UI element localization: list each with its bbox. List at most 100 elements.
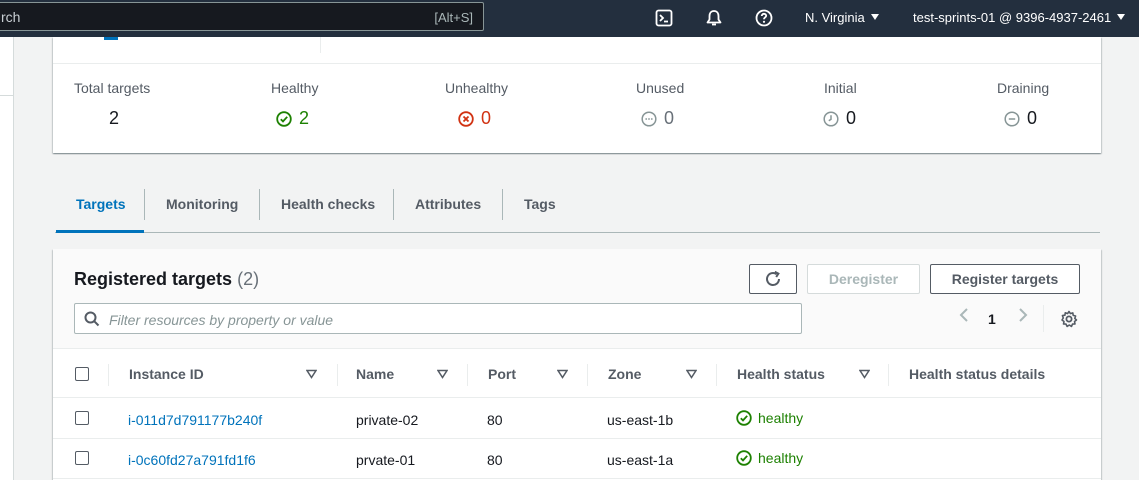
row-checkbox[interactable] — [75, 451, 89, 465]
tab-tags[interactable]: Tags — [503, 189, 577, 219]
target-zone: us-east-1a — [607, 452, 674, 468]
stat-label: Initial — [824, 80, 857, 96]
next-page-button[interactable] — [1016, 307, 1030, 326]
stat-label: Total targets — [74, 80, 151, 96]
table-title: Registered targets (2) — [74, 269, 259, 290]
clock-icon — [823, 110, 839, 127]
divider — [104, 37, 118, 40]
stat-unhealthy: Unhealthy 0 — [445, 80, 509, 128]
x-circle-icon — [458, 110, 474, 127]
column-header-port[interactable]: Port — [488, 366, 516, 382]
chevron-right-icon — [1019, 308, 1028, 322]
tab-targets[interactable]: Targets — [55, 189, 147, 219]
column-header-instance-id[interactable]: Instance ID — [129, 366, 204, 382]
health-status: healthy — [736, 410, 803, 426]
stat-label: Unhealthy — [445, 80, 509, 96]
stat-healthy: Healthy 2 — [271, 80, 319, 128]
sort-icon[interactable] — [557, 369, 568, 379]
top-navigation-bar: rch [Alt+S] N. Virginia test-sprints-01 … — [0, 0, 1139, 37]
account-label: test-sprints-01 @ 9396-4937-2461 — [913, 10, 1112, 25]
stat-value: 0 — [458, 108, 491, 129]
stat-value-text: 2 — [109, 108, 120, 128]
target-name: prvate-01 — [356, 452, 416, 468]
divider — [716, 364, 717, 386]
target-port: 80 — [487, 452, 503, 468]
row-checkbox[interactable] — [75, 411, 89, 425]
table-row: i-011d7d791177b240f private-02 80 us-eas… — [53, 399, 1101, 439]
stat-value: 0 — [823, 108, 856, 129]
notifications-icon[interactable] — [703, 7, 725, 29]
divider — [0, 95, 14, 96]
stat-value: 2 — [109, 108, 119, 129]
active-tab-indicator — [56, 230, 144, 233]
register-targets-button[interactable]: Register targets — [930, 264, 1080, 294]
chevron-left-icon — [959, 308, 968, 322]
check-circle-icon — [736, 410, 752, 426]
sort-icon[interactable] — [859, 369, 870, 379]
instance-id-link[interactable]: i-011d7d791177b240f — [128, 412, 262, 428]
stat-value-text: 0 — [1027, 108, 1038, 128]
refresh-button[interactable] — [749, 264, 797, 294]
stat-label: Draining — [997, 80, 1050, 96]
table-title-text: Registered targets — [74, 269, 233, 289]
page-number[interactable]: 1 — [988, 311, 996, 327]
tab-monitoring[interactable]: Monitoring — [145, 189, 259, 219]
stat-unused: Unused 0 — [636, 80, 684, 128]
column-header-zone[interactable]: Zone — [608, 366, 641, 382]
column-header-health-status-details[interactable]: Health status details — [909, 366, 1045, 382]
table-row: i-0c60fd27a791fd1f6 prvate-01 80 us-east… — [53, 439, 1101, 479]
minus-circle-icon — [1004, 110, 1020, 127]
gear-icon — [1061, 310, 1078, 328]
search-shortcut: [Alt+S] — [434, 10, 473, 25]
divider — [467, 364, 468, 386]
caret-down-icon — [1117, 14, 1126, 20]
tab-attributes[interactable]: Attributes — [394, 189, 502, 219]
divider — [108, 364, 109, 386]
divider — [1043, 305, 1044, 332]
divider — [587, 364, 588, 386]
cloudshell-icon[interactable] — [653, 7, 675, 29]
stat-value: 2 — [276, 108, 309, 129]
previous-page-button[interactable] — [957, 307, 971, 326]
select-all-checkbox[interactable] — [75, 367, 89, 381]
account-menu[interactable]: test-sprints-01 @ 9396-4937-2461 — [913, 10, 1126, 25]
search-input[interactable]: rch [Alt+S] — [0, 2, 484, 31]
side-navigation-collapsed — [0, 37, 14, 480]
region-label: N. Virginia — [805, 10, 865, 25]
target-zone: us-east-1b — [607, 412, 674, 428]
region-selector[interactable]: N. Virginia — [805, 10, 879, 25]
divider — [888, 364, 889, 386]
column-header-health-status[interactable]: Health status — [737, 366, 825, 382]
registered-targets-table: Registered targets (2) Deregister Regist… — [53, 249, 1101, 480]
divider — [53, 63, 1101, 64]
caret-down-icon — [870, 14, 879, 20]
stat-draining: Draining 0 — [997, 80, 1050, 128]
sort-icon[interactable] — [437, 369, 448, 379]
dots-circle-icon — [641, 110, 657, 127]
detail-tabs: Targets Monitoring Health checks Attribu… — [55, 186, 1100, 233]
health-status-text: healthy — [758, 410, 804, 426]
search-icon — [84, 311, 100, 327]
stat-label: Healthy — [271, 80, 319, 96]
divider — [337, 364, 338, 386]
health-status-text: healthy — [758, 450, 804, 466]
table-count: (2) — [237, 269, 260, 289]
stat-initial: Initial 0 — [823, 80, 857, 128]
column-header-name[interactable]: Name — [356, 366, 394, 382]
stat-value-text: 0 — [664, 108, 675, 128]
target-port: 80 — [487, 412, 503, 428]
sort-icon[interactable] — [306, 369, 317, 379]
deregister-button[interactable]: Deregister — [807, 264, 920, 294]
help-icon[interactable] — [753, 7, 775, 29]
filter-input[interactable]: Filter resources by property or value — [74, 303, 802, 334]
instance-id-link[interactable]: i-0c60fd27a791fd1f6 — [128, 452, 256, 468]
check-circle-icon — [276, 110, 292, 127]
stat-value-text: 2 — [299, 108, 310, 128]
stat-value: 0 — [641, 108, 674, 129]
sort-icon[interactable] — [686, 369, 697, 379]
stat-total-targets: Total targets 2 — [74, 80, 151, 128]
search-text: rch — [1, 9, 21, 25]
target-name: private-02 — [356, 412, 419, 428]
preferences-button[interactable] — [1060, 310, 1078, 331]
tab-health-checks[interactable]: Health checks — [260, 189, 396, 219]
